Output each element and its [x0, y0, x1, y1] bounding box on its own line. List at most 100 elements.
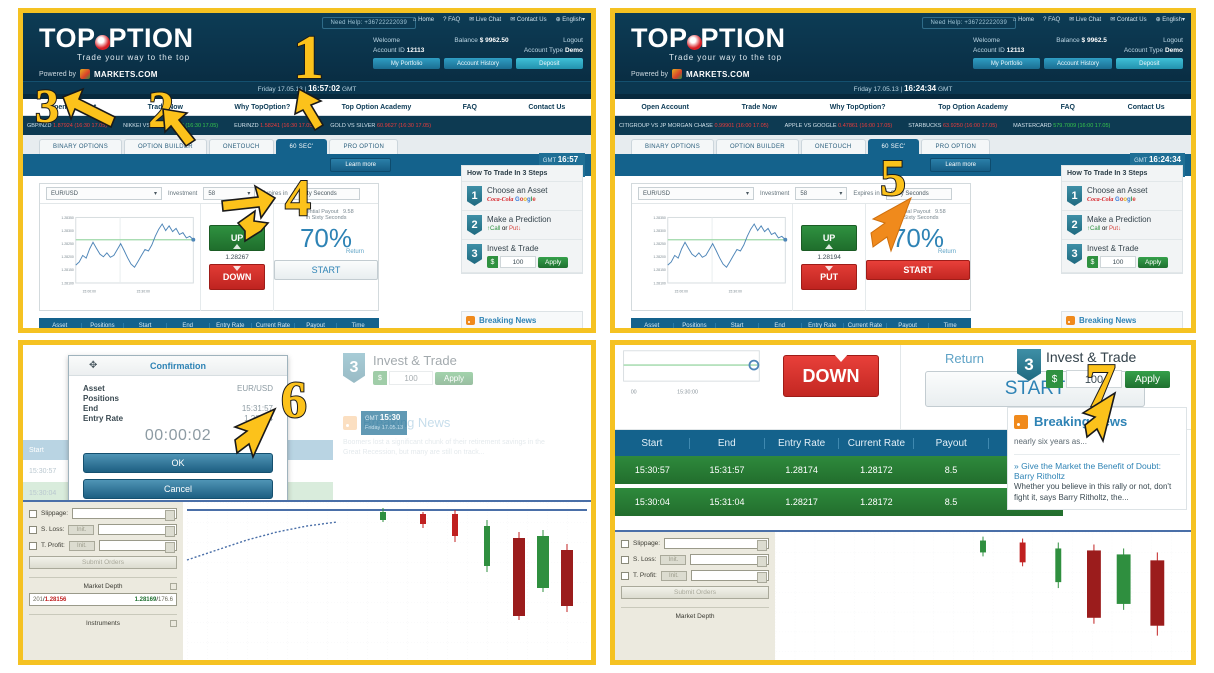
- nav-home[interactable]: ⌂ Home: [1013, 17, 1034, 23]
- stop-loss-init-button[interactable]: Init.: [660, 554, 687, 565]
- stop-loss-input[interactable]: [98, 524, 177, 537]
- nav-live-chat[interactable]: ✉ Live Chat: [469, 16, 501, 23]
- step-number-shield: 3: [467, 244, 482, 264]
- svg-text:1.28350: 1.28350: [61, 216, 74, 220]
- nav-live-chat[interactable]: ✉ Live Chat: [1069, 16, 1101, 23]
- google-logo: Google: [1115, 197, 1136, 203]
- apply-button[interactable]: Apply: [538, 256, 569, 268]
- menu-why-topoption[interactable]: Why TopOption?: [830, 104, 886, 111]
- logo-tagline: Trade your way to the top: [669, 53, 782, 62]
- ticker-item: EUR/NZD 1.58241 (16:30 17.05): [234, 122, 315, 129]
- submit-orders-button[interactable]: Submit Orders: [29, 556, 177, 569]
- tab-binary-options[interactable]: BINARY OPTIONS: [631, 139, 714, 154]
- menu-contact-us[interactable]: Contact Us: [1128, 104, 1165, 111]
- nav-language[interactable]: ⊕ English▾: [556, 16, 585, 23]
- breaking-news-panel: Breaking News Boomers lost a significant…: [461, 311, 583, 328]
- collapse-icon[interactable]: [170, 583, 177, 590]
- apply-button[interactable]: Apply: [1138, 256, 1169, 268]
- submit-orders-button[interactable]: Submit Orders: [621, 586, 769, 599]
- take-profit-checkbox[interactable]: [29, 541, 37, 550]
- take-profit-input[interactable]: [98, 540, 177, 553]
- investment-select[interactable]: 58 ▾: [203, 187, 256, 200]
- nav-home[interactable]: ⌂ Home: [413, 17, 434, 23]
- menu-trade-now[interactable]: Trade Now: [742, 104, 777, 111]
- stop-loss-input[interactable]: [690, 554, 769, 567]
- collapse-icon[interactable]: [170, 620, 177, 627]
- slippage-checkbox[interactable]: [621, 539, 629, 548]
- move-icon[interactable]: ✥: [89, 361, 100, 372]
- nav-language[interactable]: ⊕ English▾: [1156, 16, 1185, 23]
- apply-button[interactable]: Apply: [1125, 370, 1171, 388]
- take-profit-checkbox[interactable]: [621, 571, 629, 580]
- news-headline-link[interactable]: » Give the Market the Benefit of Doubt: …: [1014, 455, 1180, 481]
- tab-60-sec[interactable]: 60 SEC': [275, 139, 328, 154]
- take-profit-init-button[interactable]: Init.: [68, 540, 95, 551]
- logo[interactable]: TOP PTION Trade your way to the top Power…: [631, 25, 786, 79]
- nav-contact-us[interactable]: ✉ Contact Us: [1110, 16, 1146, 23]
- cell-entry-rate: 1.28174: [785, 465, 818, 475]
- menu-academy[interactable]: Top Option Academy: [938, 104, 1008, 111]
- logout-link[interactable]: Logout: [563, 37, 583, 44]
- take-profit-input[interactable]: [690, 570, 769, 583]
- tab-pro-option[interactable]: PRO OPTION: [329, 139, 399, 154]
- my-portfolio-button[interactable]: My Portfolio: [373, 58, 441, 69]
- nav-faq[interactable]: ? FAQ: [1043, 17, 1060, 23]
- stop-loss-checkbox[interactable]: [29, 525, 37, 534]
- slippage-input[interactable]: [72, 508, 177, 521]
- down-button[interactable]: DOWN: [209, 264, 266, 290]
- deposit-button[interactable]: Deposit: [515, 58, 583, 69]
- tab-pro-option[interactable]: PRO OPTION: [921, 139, 991, 154]
- menu-why-topoption[interactable]: Why TopOption?: [234, 104, 290, 111]
- menu-academy[interactable]: Top Option Academy: [342, 104, 412, 111]
- account-history-button[interactable]: Account History: [444, 58, 512, 69]
- slippage-input[interactable]: [664, 538, 769, 551]
- stop-loss-init-button[interactable]: Init.: [68, 524, 95, 535]
- slippage-checkbox[interactable]: [29, 509, 37, 518]
- menu-faq[interactable]: FAQ: [463, 104, 477, 111]
- amount-input[interactable]: 100: [500, 256, 536, 268]
- take-profit-init-button[interactable]: Init.: [660, 570, 687, 581]
- asset-select[interactable]: EUR/USD ▾: [638, 187, 754, 200]
- learn-more-button[interactable]: Learn more: [330, 158, 391, 172]
- ok-button[interactable]: OK: [83, 453, 273, 473]
- deposit-button[interactable]: Deposit: [1115, 58, 1183, 69]
- stop-loss-checkbox[interactable]: [621, 555, 629, 564]
- table-row[interactable]: 15:30:04 15:31:04 1.28217 1.28172 8.5 03: [615, 488, 1063, 516]
- logout-link[interactable]: Logout: [1163, 37, 1183, 44]
- col-positions: Positions: [82, 323, 125, 328]
- nav-contact-us[interactable]: ✉ Contact Us: [510, 16, 546, 23]
- tab-onetouch[interactable]: ONETOUCH: [800, 139, 866, 154]
- site-header: Need Help: +36722222039 ⌂ Home ? FAQ ✉ L…: [615, 13, 1191, 99]
- tab-binary-options[interactable]: BINARY OPTIONS: [39, 139, 122, 154]
- dialog-title: Confirmation: [150, 360, 206, 371]
- up-button[interactable]: UP: [801, 225, 858, 251]
- tab-option-builder[interactable]: OPTION BUILDER: [124, 139, 207, 154]
- menu-contact-us[interactable]: Contact Us: [528, 104, 565, 111]
- chevron-down-icon: ▾: [247, 191, 251, 197]
- amount-input[interactable]: 100: [1100, 256, 1136, 268]
- col-time: Time: [943, 323, 957, 328]
- put-button[interactable]: PUT: [801, 264, 858, 290]
- col-start: Start: [124, 323, 167, 328]
- step-title: Invest & Trade: [1087, 244, 1139, 253]
- up-button[interactable]: UP: [209, 225, 266, 251]
- trade-box: EUR/USD ▾ Investment 58 ▾ Expires in Sixty…: [39, 183, 379, 311]
- my-portfolio-button[interactable]: My Portfolio: [973, 58, 1041, 69]
- asset-select[interactable]: EUR/USD ▾: [46, 187, 162, 200]
- price-chart-svg: 1.28350 1.28300 1.28250 1.28200 1.28150 1.281…: [61, 216, 196, 294]
- tab-option-builder[interactable]: OPTION BUILDER: [716, 139, 799, 154]
- start-button[interactable]: START: [866, 260, 970, 280]
- investment-select[interactable]: 58 ▾: [795, 187, 848, 200]
- cancel-button[interactable]: Cancel: [83, 479, 273, 499]
- down-button[interactable]: DOWN: [783, 355, 879, 397]
- dialog-header: ✥ Confirmation: [69, 356, 287, 376]
- menu-faq[interactable]: FAQ: [1061, 104, 1075, 111]
- menu-open-account[interactable]: Open Account: [641, 104, 689, 111]
- start-button[interactable]: START: [274, 260, 378, 280]
- nav-faq[interactable]: ? FAQ: [443, 17, 460, 23]
- table-row[interactable]: 15:30:57 15:31:57 1.28174 1.28172 8.5 58: [615, 456, 1063, 484]
- account-history-button[interactable]: Account History: [1044, 58, 1112, 69]
- logo[interactable]: TOP PTION Trade your way to the top Power…: [39, 25, 194, 79]
- tab-onetouch[interactable]: ONETOUCH: [208, 139, 274, 154]
- learn-more-button[interactable]: Learn more: [930, 158, 991, 172]
